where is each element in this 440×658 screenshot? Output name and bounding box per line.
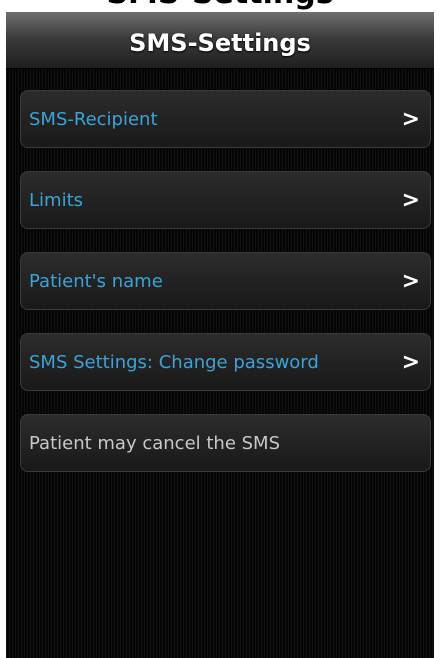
chevron-right-icon: > <box>401 269 420 294</box>
chevron-right-icon: > <box>401 188 420 213</box>
menu-item-limits[interactable]: Limits > <box>20 171 431 229</box>
previous-title-text: SMS-Settings <box>6 0 434 11</box>
menu-item-label: SMS Settings: Change password <box>29 352 319 373</box>
menu-item-label: Limits <box>29 190 83 211</box>
previous-title-cutoff: SMS-Settings <box>6 0 434 12</box>
menu-item-change-password[interactable]: SMS Settings: Change password > <box>20 333 431 391</box>
menu-item-patient-may-cancel[interactable]: Patient may cancel the SMS <box>20 414 431 472</box>
chevron-right-icon: > <box>401 107 420 132</box>
page-title: SMS-Settings <box>129 29 311 57</box>
menu-item-patients-name[interactable]: Patient's name > <box>20 252 431 310</box>
menu-item-label: Patient may cancel the SMS <box>29 433 281 454</box>
app-screen: SMS-Settings SMS-Settings SMS-Recipient … <box>6 0 434 658</box>
title-bar: SMS-Settings <box>6 12 434 69</box>
menu-item-label: Patient's name <box>29 271 163 292</box>
menu-item-sms-recipient[interactable]: SMS-Recipient > <box>20 90 431 148</box>
chevron-right-icon: > <box>401 350 420 375</box>
menu-item-label: SMS-Recipient <box>29 109 158 130</box>
